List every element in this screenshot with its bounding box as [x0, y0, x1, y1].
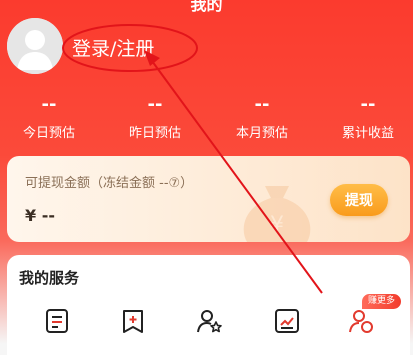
services-title: 我的服务: [19, 269, 80, 287]
withdrawable-amount: ¥ --: [25, 206, 55, 225]
stat-value: --: [360, 94, 376, 115]
withdraw-button[interactable]: 提现: [330, 184, 388, 216]
stat-label: 今日预估: [22, 126, 75, 141]
earnings-stats: -- 今日预估 -- 昨日预估 -- 本月预估 -- 累计收益: [0, 94, 413, 154]
stat-this-month[interactable]: -- 本月预估: [217, 94, 307, 142]
stat-value: --: [41, 94, 57, 115]
user-coin-icon[interactable]: [347, 307, 375, 335]
stat-value: --: [147, 94, 163, 115]
user-star-icon[interactable]: [195, 307, 223, 335]
stat-value: --: [254, 94, 270, 115]
money-bag-icon: ¥: [243, 186, 311, 242]
avatar[interactable]: [7, 18, 63, 74]
stat-today[interactable]: -- 今日预估: [4, 94, 94, 142]
trend-chart-icon[interactable]: [273, 307, 301, 335]
stat-yesterday[interactable]: -- 昨日预估: [110, 94, 200, 142]
stat-total[interactable]: -- 累计收益: [323, 94, 413, 142]
stat-label: 昨日预估: [128, 126, 181, 141]
stat-label: 本月预估: [235, 126, 288, 141]
document-list-icon[interactable]: [43, 307, 71, 335]
bookmark-add-icon[interactable]: [119, 307, 147, 335]
annotation-ellipse: [62, 24, 198, 72]
page-title: 我的: [190, 0, 223, 14]
earn-more-badge: 赚更多: [362, 294, 402, 309]
stat-label: 累计收益: [341, 126, 394, 141]
svg-text:¥: ¥: [270, 213, 284, 238]
withdrawable-title: 可提现金额（冻结金额 --⑦）: [25, 176, 194, 191]
my-services-card: 我的服务: [7, 255, 410, 355]
default-avatar-icon: [7, 18, 63, 74]
